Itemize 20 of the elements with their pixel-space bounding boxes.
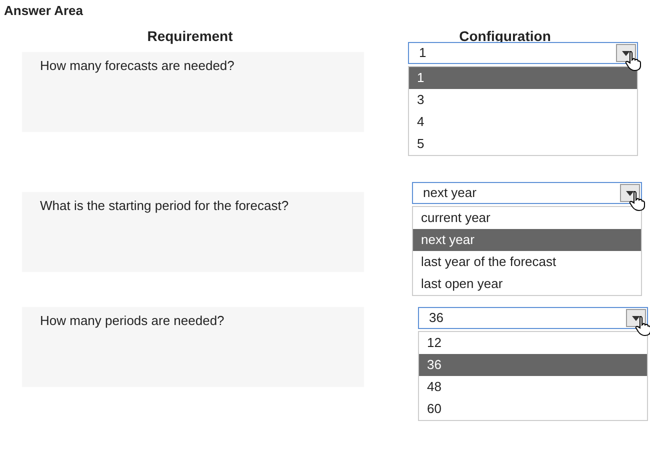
caret-icon — [626, 190, 634, 196]
dropdown-option[interactable]: 60 — [419, 398, 647, 420]
dropdown-option[interactable]: 12 — [419, 332, 647, 354]
dropdown-option[interactable]: last open year — [413, 273, 641, 295]
dropdown-option[interactable]: 1 — [409, 67, 637, 89]
dropdown-option[interactable]: next year — [413, 229, 641, 251]
dropdown-option[interactable]: 5 — [409, 133, 637, 155]
dropdown-option[interactable]: 3 — [409, 89, 637, 111]
column-header: Requirement — [146, 27, 234, 46]
dropdown-option[interactable]: 48 — [419, 376, 647, 398]
dropdown-option[interactable]: 4 — [409, 111, 637, 133]
caret-icon — [622, 50, 630, 56]
caret-icon — [632, 316, 640, 320]
question-text: How many forecasts are needed? — [40, 58, 234, 73]
answer-area-title: Answer Area — [3, 2, 84, 20]
dropdown-option[interactable]: last year of the forecast — [413, 251, 641, 273]
dropdown-option[interactable]: 36 — [419, 354, 647, 376]
question-text: How many periods are needed? — [40, 313, 224, 328]
question-text: What is the starting period for the forecast? — [40, 198, 289, 213]
dropdown-option[interactable]: current year — [413, 207, 641, 229]
